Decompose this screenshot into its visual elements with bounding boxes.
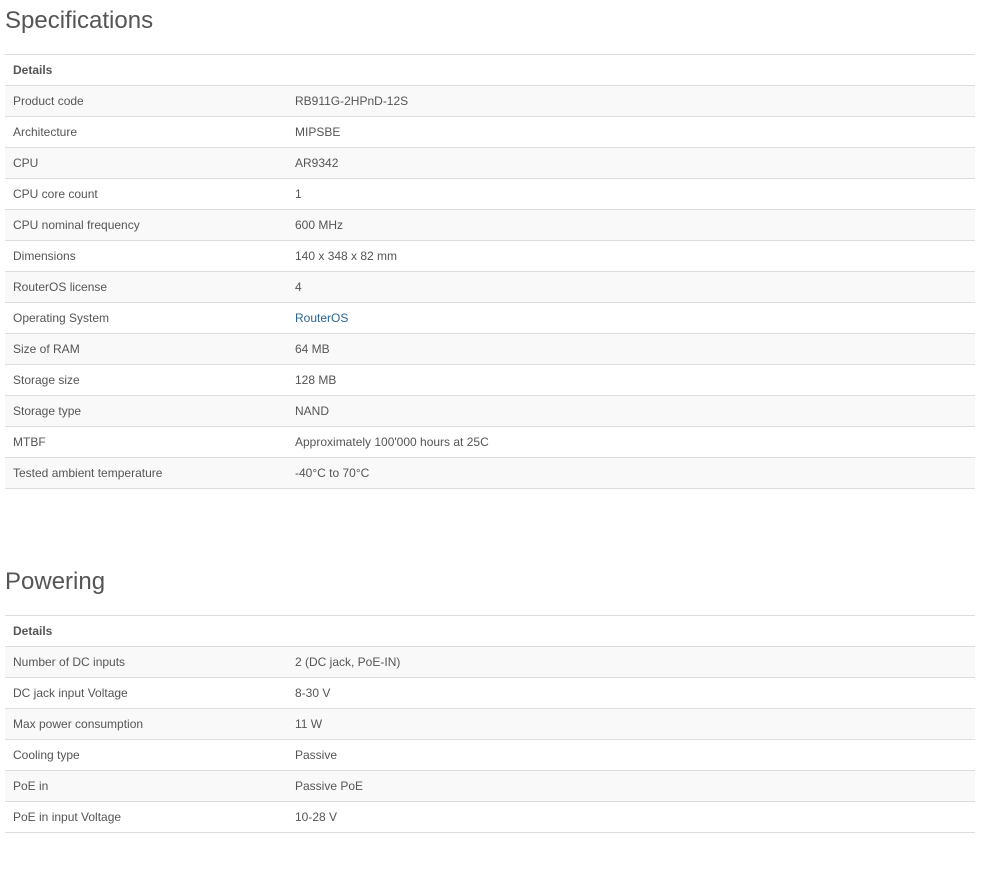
routeros-link[interactable]: RouterOS [295, 311, 348, 325]
specifications-table: Details Product code RB911G-2HPnD-12S Ar… [5, 54, 975, 489]
powering-table: Details Number of DC inputs 2 (DC jack, … [5, 615, 975, 833]
row-label: CPU [5, 147, 287, 179]
row-label: Dimensions [5, 240, 287, 272]
row-label: Max power consumption [5, 708, 287, 740]
row-value: Passive [287, 739, 975, 771]
powering-section: Powering Details Number of DC inputs 2 (… [5, 561, 975, 833]
row-label: Cooling type [5, 739, 287, 771]
table-row: PoE in Passive PoE [5, 770, 975, 802]
table-row: Architecture MIPSBE [5, 116, 975, 148]
table-row: Cooling type Passive [5, 739, 975, 771]
row-value: 64 MB [287, 333, 975, 365]
table-row: DC jack input Voltage 8-30 V [5, 677, 975, 709]
row-label: PoE in input Voltage [5, 801, 287, 833]
table-header-row: Details [5, 54, 975, 86]
row-value: RouterOS [287, 302, 975, 334]
row-value: 8-30 V [287, 677, 975, 709]
table-row: Size of RAM 64 MB [5, 333, 975, 365]
table-header-details: Details [5, 615, 975, 647]
row-label: RouterOS license [5, 271, 287, 303]
row-label: Number of DC inputs [5, 646, 287, 678]
row-value: 600 MHz [287, 209, 975, 241]
table-row: PoE in input Voltage 10-28 V [5, 801, 975, 833]
table-row: Storage type NAND [5, 395, 975, 427]
row-value: RB911G-2HPnD-12S [287, 85, 975, 117]
row-label: CPU nominal frequency [5, 209, 287, 241]
table-row: Storage size 128 MB [5, 364, 975, 396]
table-row: Number of DC inputs 2 (DC jack, PoE-IN) [5, 646, 975, 678]
table-row: CPU core count 1 [5, 178, 975, 210]
table-row: Operating System RouterOS [5, 302, 975, 334]
row-value: Approximately 100'000 hours at 25C [287, 426, 975, 458]
table-row: CPU nominal frequency 600 MHz [5, 209, 975, 241]
table-row: CPU AR9342 [5, 147, 975, 179]
table-header-details: Details [5, 54, 975, 86]
row-label: Size of RAM [5, 333, 287, 365]
row-value: 11 W [287, 708, 975, 740]
table-row: Product code RB911G-2HPnD-12S [5, 85, 975, 117]
row-label: Operating System [5, 302, 287, 334]
row-value: -40°C to 70°C [287, 457, 975, 489]
table-row: Tested ambient temperature -40°C to 70°C [5, 457, 975, 489]
table-row: RouterOS license 4 [5, 271, 975, 303]
specifications-title: Specifications [5, 7, 154, 34]
row-value: 2 (DC jack, PoE-IN) [287, 646, 975, 678]
row-label: Product code [5, 85, 287, 117]
powering-title: Powering [5, 568, 106, 595]
row-label: MTBF [5, 426, 287, 458]
table-header-row: Details [5, 615, 975, 647]
table-row: MTBF Approximately 100'000 hours at 25C [5, 426, 975, 458]
table-row: Dimensions 140 x 348 x 82 mm [5, 240, 975, 272]
row-value: 128 MB [287, 364, 975, 396]
row-value: 10-28 V [287, 801, 975, 833]
table-row: Max power consumption 11 W [5, 708, 975, 740]
row-label: CPU core count [5, 178, 287, 210]
row-label: Storage type [5, 395, 287, 427]
row-value: 1 [287, 178, 975, 210]
row-value: AR9342 [287, 147, 975, 179]
row-label: Tested ambient temperature [5, 457, 287, 489]
specifications-section: Specifications Details Product code RB91… [5, 0, 975, 489]
row-label: Storage size [5, 364, 287, 396]
row-value: 4 [287, 271, 975, 303]
row-value: NAND [287, 395, 975, 427]
row-value: MIPSBE [287, 116, 975, 148]
row-label: Architecture [5, 116, 287, 148]
row-value: Passive PoE [287, 770, 975, 802]
row-value: 140 x 348 x 82 mm [287, 240, 975, 272]
row-label: PoE in [5, 770, 287, 802]
row-label: DC jack input Voltage [5, 677, 287, 709]
